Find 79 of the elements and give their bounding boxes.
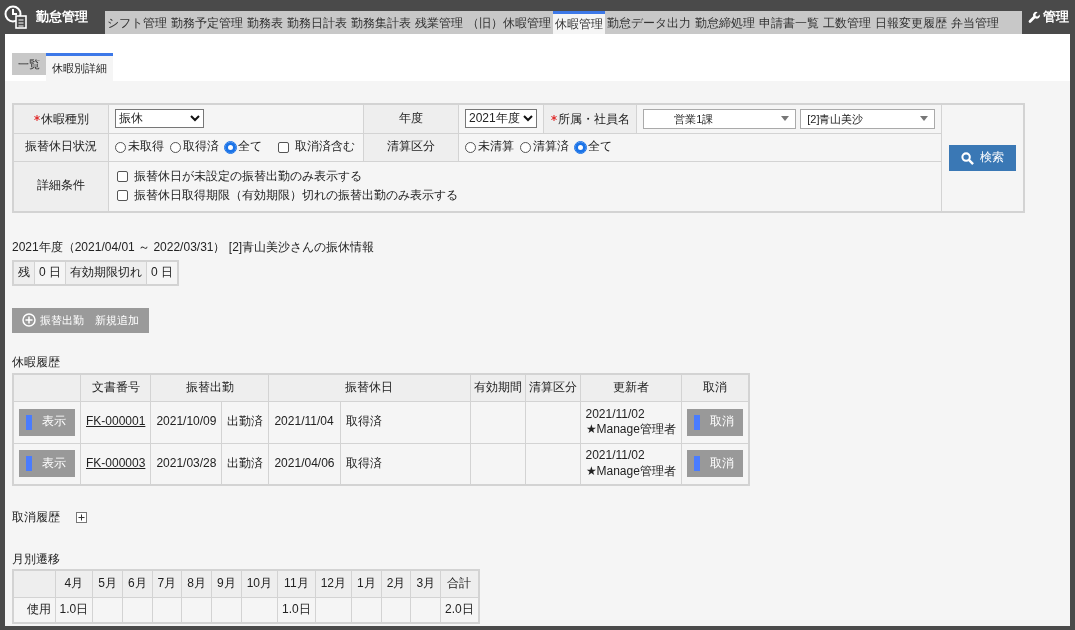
combo-box[interactable]: [2]青山美沙 xyxy=(800,108,936,129)
column-header: 4月 xyxy=(55,570,93,598)
summary-title: 2021年度（2021/04/01 ～ 2022/03/31） [2]青山美沙さんの振休情報 xyxy=(12,240,376,256)
nav-tab[interactable]: （旧）休暇管理 xyxy=(465,11,553,34)
column-header: 10月 xyxy=(241,570,278,598)
sub-tab[interactable]: 休暇別詳細 xyxy=(46,53,113,81)
nav-tab[interactable]: 勤務日計表 xyxy=(285,11,349,34)
column-header: 2月 xyxy=(381,570,411,598)
checkbox-option[interactable]: 振替休日が未設定の振替出勤のみ表示する xyxy=(117,169,934,185)
table-cell: 出勤済 xyxy=(221,401,269,444)
column-header: 7月 xyxy=(152,570,182,598)
nav-tab[interactable]: 弁当管理 xyxy=(949,11,1001,34)
radio-option[interactable]: 未取得 xyxy=(115,139,165,155)
nav-tab[interactable]: 勤務集計表 xyxy=(349,11,413,34)
column-header: 3月 xyxy=(410,570,441,598)
column-header: 8月 xyxy=(181,570,212,598)
column-header: 振替休日 xyxy=(268,374,470,402)
column-header: 振替出勤 xyxy=(150,374,269,402)
section-title: 月別遷移 xyxy=(12,551,61,568)
nav-tab[interactable]: 申請書一覧 xyxy=(757,11,821,34)
table-cell: ★Manage管理者 xyxy=(585,422,676,438)
search-icon xyxy=(961,151,975,165)
field-label: 振替休日状況 xyxy=(25,139,98,155)
table-cell: 有効期限切れ xyxy=(65,260,147,285)
chevron-icon xyxy=(522,115,533,123)
chevron-icon xyxy=(190,115,201,123)
nav-tab[interactable]: 日報変更履歴 xyxy=(873,11,949,34)
triangle-icon xyxy=(920,116,929,122)
radio-option[interactable]: 全て xyxy=(225,139,263,155)
radio-option[interactable]: 取得済 xyxy=(170,139,220,155)
checkbox-option[interactable]: 振替休日取得期限（有効期限）切れの振替出勤のみ表示する xyxy=(117,187,934,204)
table-cell: ★Manage管理者 xyxy=(585,463,676,480)
field-label: 年度 xyxy=(399,110,424,127)
field-label: 清算区分 xyxy=(387,139,436,155)
column-header: 6月 xyxy=(122,570,153,598)
app-title: 勤怠管理 xyxy=(36,8,88,27)
table-cell: 2021/10/09 xyxy=(150,401,222,444)
plus-circle-icon xyxy=(22,313,36,328)
nav-tab[interactable]: 勤務予定管理 xyxy=(169,11,245,34)
dropdown[interactable]: 2021年度 xyxy=(464,109,537,129)
column-header: 1月 xyxy=(351,570,382,598)
table-cell: 取得済 xyxy=(340,401,470,444)
table-cell-text: 2021/11/02 xyxy=(585,448,646,464)
checkbox-option[interactable]: 取消済含む xyxy=(278,139,356,155)
sub-tab[interactable]: 一覧 xyxy=(12,53,46,75)
nav-tab[interactable]: 休暇管理 xyxy=(553,11,605,34)
search-button[interactable]: 検索 xyxy=(949,145,1017,171)
section-title: 取消履歴 xyxy=(12,510,60,526)
radio-option[interactable]: 全て xyxy=(574,139,612,155)
column-header: 清算区分 xyxy=(525,374,580,402)
combo-box[interactable]: 営業1課 xyxy=(643,108,797,129)
radio-option[interactable]: 清算済 xyxy=(519,139,569,155)
table-cell: 2021/11/04 xyxy=(268,401,340,444)
column-header: 有効期間 xyxy=(470,374,525,402)
wrench-icon xyxy=(1028,10,1041,24)
column-header: 更新者 xyxy=(580,374,682,402)
dropdown[interactable]: 振休 xyxy=(115,109,205,129)
triangle-icon xyxy=(781,116,790,122)
field-label: 所属・社員名 xyxy=(557,111,630,128)
table-cell: 残 xyxy=(13,260,35,285)
nav-tab[interactable]: 勤怠締処理 xyxy=(693,11,757,34)
nav-tab[interactable]: 残業管理 xyxy=(413,11,465,34)
nav-tab[interactable]: シフト管理 xyxy=(105,11,169,34)
column-header: 11月 xyxy=(277,570,316,598)
radio-option[interactable]: 未清算 xyxy=(464,139,514,155)
table-cell-text: 2021/11/02 xyxy=(585,406,646,423)
column-header: 9月 xyxy=(211,570,242,598)
admin-link[interactable]: 管理 xyxy=(1043,7,1069,27)
field-label: 詳細条件 xyxy=(37,178,86,195)
nav-tab[interactable]: 勤怠データ出力 xyxy=(605,11,693,34)
expand-icon[interactable] xyxy=(76,512,87,524)
column-header: 12月 xyxy=(315,570,352,598)
clock-document-icon xyxy=(4,5,28,29)
section-title: 休暇履歴 xyxy=(12,354,61,371)
column-header: 5月 xyxy=(92,570,123,598)
column-header: 文書番号 xyxy=(80,374,151,402)
field-label: 休暇種別 xyxy=(40,111,89,128)
nav-tab[interactable]: 工数管理 xyxy=(821,11,873,34)
nav-tab[interactable]: 勤務表 xyxy=(245,11,285,34)
